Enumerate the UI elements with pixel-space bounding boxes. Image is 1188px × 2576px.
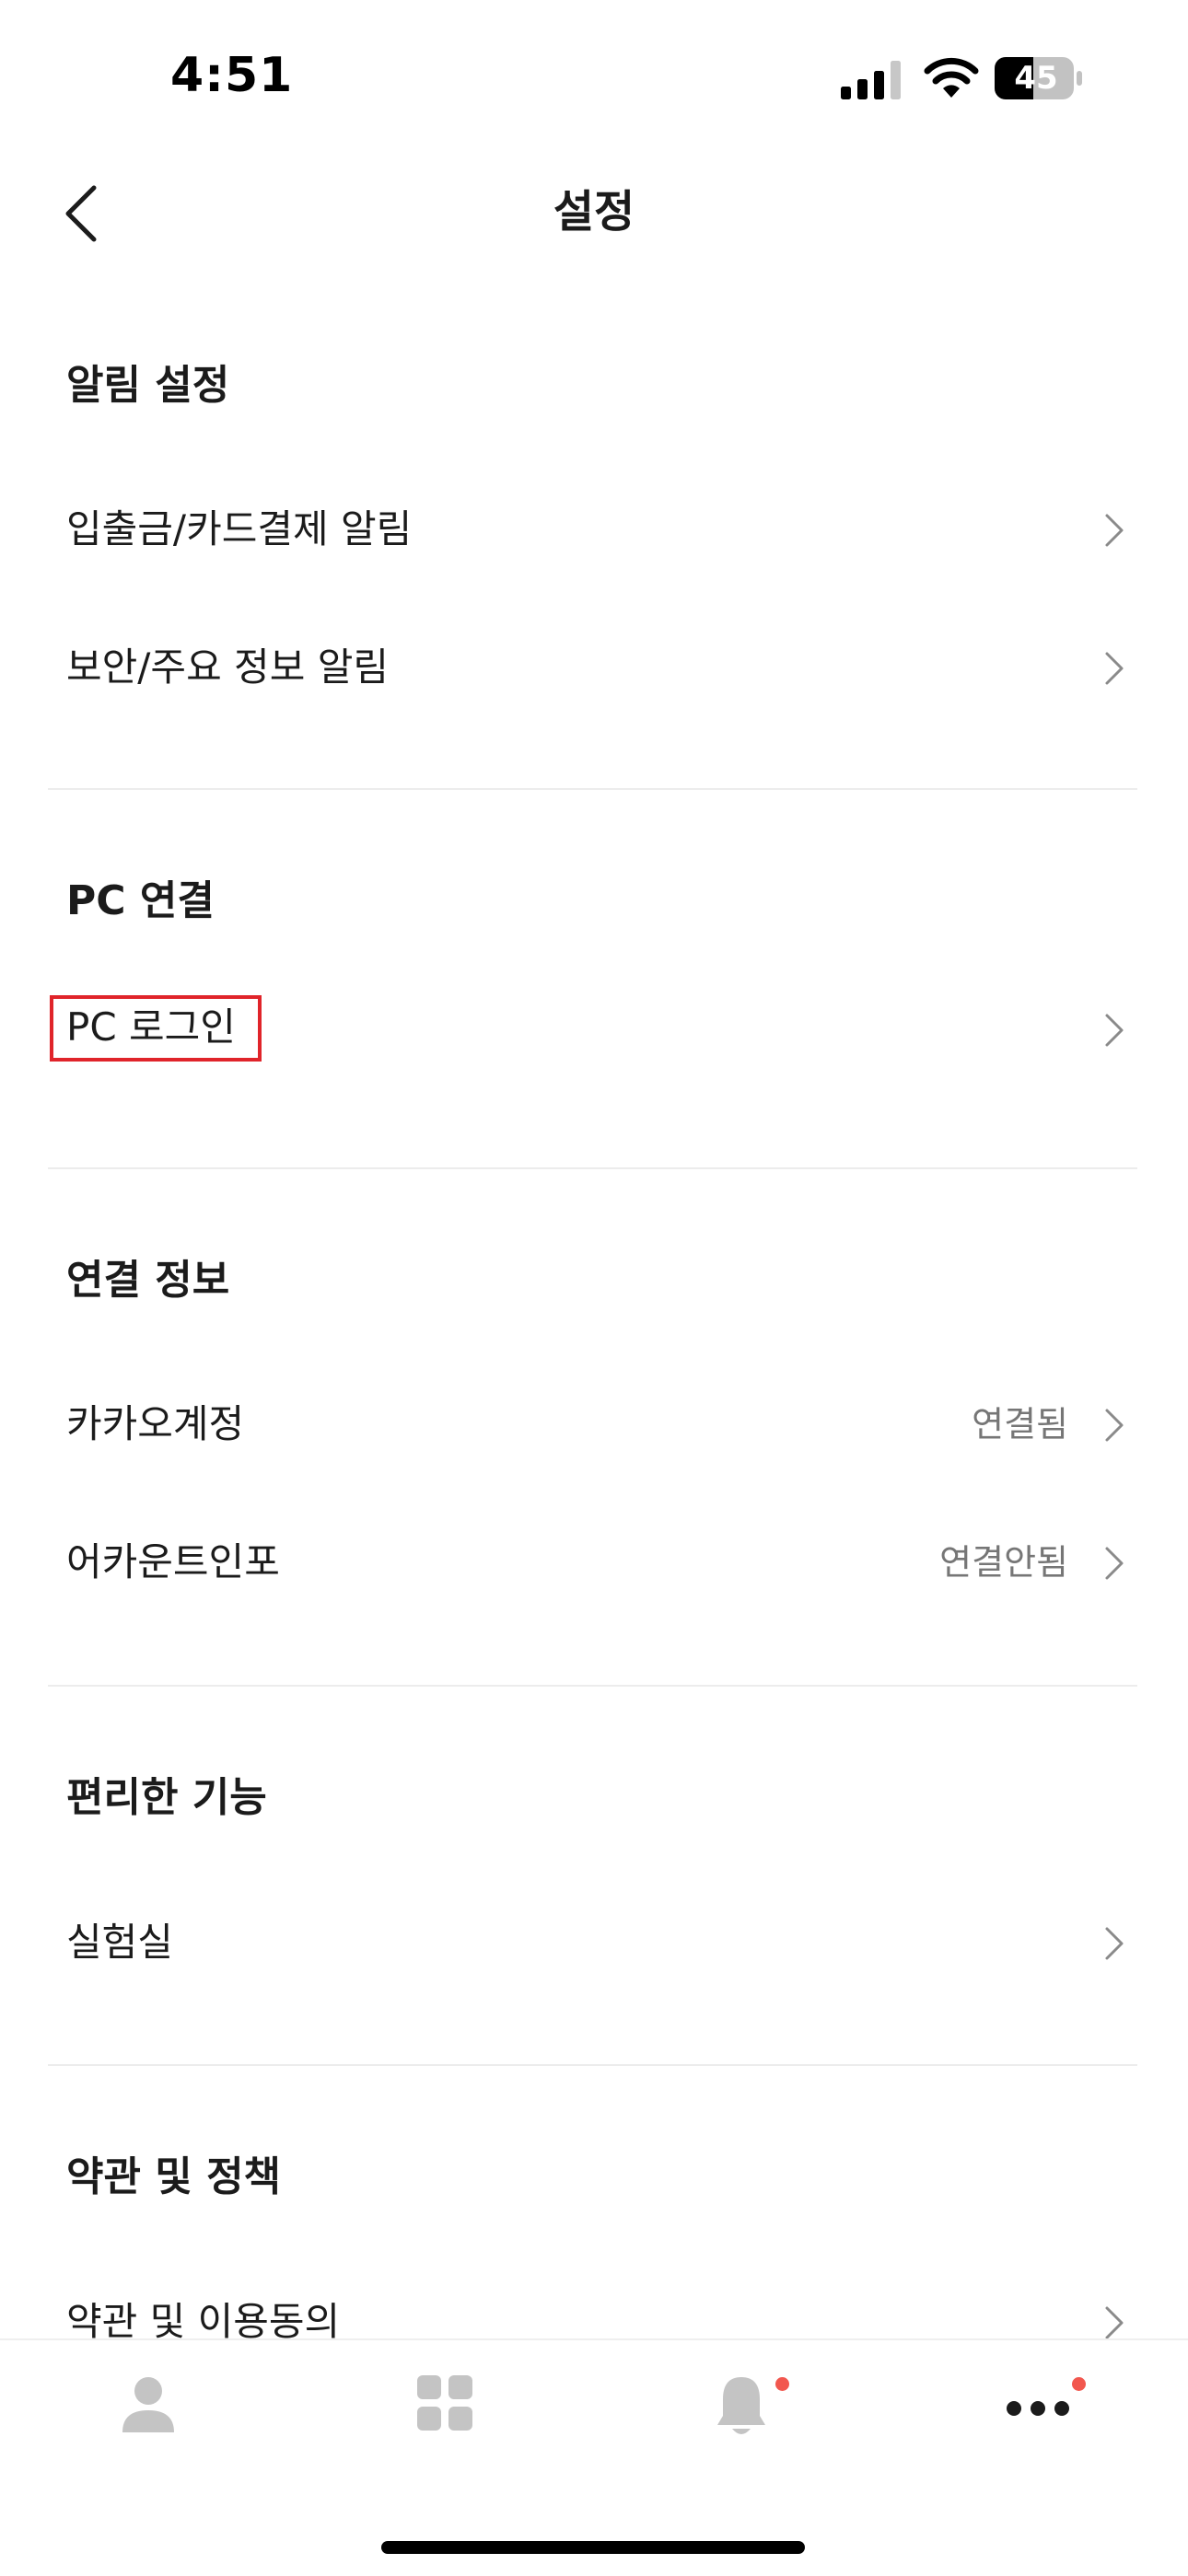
row-label: 어카운트인포 bbox=[66, 1539, 280, 1584]
notification-badge bbox=[775, 2377, 789, 2391]
wifi-icon bbox=[924, 57, 979, 98]
tab-notifications[interactable] bbox=[593, 2340, 890, 2497]
signal-icon bbox=[841, 61, 901, 99]
row-account-info[interactable]: 어카운트인포 연결안됨 bbox=[0, 1498, 1188, 1627]
chevron-right-icon bbox=[1105, 1014, 1124, 1047]
section-title: 편리한 기능 bbox=[66, 1774, 267, 1821]
row-status: 연결됨 bbox=[972, 1404, 1068, 1445]
divider bbox=[48, 788, 1137, 790]
row-status: 연결안됨 bbox=[939, 1542, 1068, 1583]
chevron-right-icon bbox=[1105, 1409, 1124, 1442]
row-terms-consent[interactable]: 약관 및 이용동의 bbox=[0, 2257, 1188, 2338]
tab-bar bbox=[0, 2338, 1188, 2576]
row-label: 보안/주요 정보 알림 bbox=[66, 644, 389, 690]
section-title: 약관 및 정책 bbox=[66, 2153, 282, 2200]
tab-profile[interactable] bbox=[0, 2340, 297, 2497]
home-indicator bbox=[381, 2541, 805, 2554]
row-security-alert[interactable]: 보안/주요 정보 알림 bbox=[0, 603, 1188, 732]
row-kakao-account[interactable]: 카카오계정 연결됨 bbox=[0, 1360, 1188, 1489]
notification-badge bbox=[1072, 2377, 1086, 2391]
bell-icon bbox=[717, 2377, 765, 2434]
row-label: 약관 및 이용동의 bbox=[66, 2299, 341, 2338]
more-icon bbox=[1007, 2401, 1069, 2416]
section-title: PC 연결 bbox=[66, 877, 215, 924]
row-lab[interactable]: 실험실 bbox=[0, 1878, 1188, 2007]
row-label: 입출금/카드결제 알림 bbox=[66, 506, 413, 551]
chevron-right-icon bbox=[1105, 514, 1124, 547]
chevron-right-icon bbox=[1105, 1547, 1124, 1580]
tab-more[interactable] bbox=[890, 2340, 1186, 2497]
status-time: 4:51 bbox=[170, 48, 294, 103]
chevron-right-icon bbox=[1105, 652, 1124, 685]
battery-level: 45 bbox=[1014, 60, 1058, 97]
divider bbox=[48, 2064, 1137, 2066]
page-title: 설정 bbox=[553, 186, 635, 238]
section-title: 연결 정보 bbox=[66, 1257, 230, 1304]
header: 설정 bbox=[0, 157, 1188, 267]
grid-icon bbox=[417, 2375, 472, 2431]
section-title: 알림 설정 bbox=[66, 362, 230, 409]
person-icon bbox=[122, 2377, 174, 2432]
row-label: 카카오계정 bbox=[66, 1401, 245, 1446]
chevron-right-icon bbox=[1105, 1927, 1124, 1960]
divider bbox=[48, 1167, 1137, 1169]
tab-menu[interactable] bbox=[297, 2340, 593, 2497]
divider bbox=[48, 1685, 1137, 1687]
row-deposit-card-alert[interactable]: 입출금/카드결제 알림 bbox=[0, 465, 1188, 594]
status-bar: 4:51 45 bbox=[0, 0, 1188, 157]
chevron-right-icon bbox=[1105, 2306, 1124, 2338]
row-label: 실험실 bbox=[66, 1920, 173, 1965]
settings-list[interactable]: 알림 설정 입출금/카드결제 알림 보안/주요 정보 알림 PC 연결 PC 로… bbox=[0, 267, 1188, 2338]
row-label: PC 로그인 bbox=[66, 1004, 236, 1050]
row-pc-login[interactable]: PC 로그인 bbox=[0, 981, 1188, 1110]
